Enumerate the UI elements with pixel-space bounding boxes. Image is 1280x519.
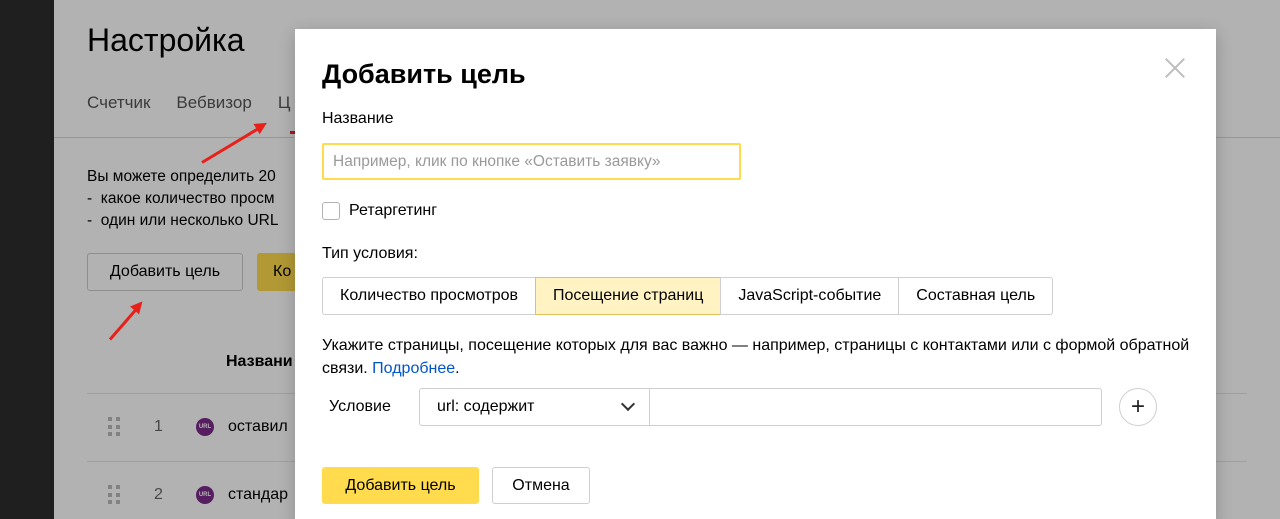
retargeting-label: Ретаргетинг xyxy=(349,202,438,219)
condition-operator-select[interactable]: url: содержит xyxy=(419,388,650,426)
learn-more-link[interactable]: Подробнее xyxy=(372,360,455,377)
retargeting-checkbox[interactable] xyxy=(322,202,340,220)
condition-type-page-visit[interactable]: Посещение страниц xyxy=(535,277,721,315)
condition-value-input[interactable] xyxy=(650,388,1102,426)
dialog-title: Добавить цель xyxy=(322,59,526,89)
condition-type-composite[interactable]: Составная цель xyxy=(898,277,1054,315)
condition-type-views[interactable]: Количество просмотров xyxy=(322,277,535,315)
condition-type-selector: Количество просмотров Посещение страниц … xyxy=(322,277,1054,315)
condition-type-label: Тип условия: xyxy=(322,245,418,262)
chevron-down-icon xyxy=(620,396,636,412)
left-dark-strip xyxy=(0,0,54,519)
condition-hint: Укажите страницы, посещение которых для … xyxy=(322,337,1190,377)
submit-add-goal-button[interactable]: Добавить цель xyxy=(322,467,479,504)
add-condition-button[interactable]: + xyxy=(1119,388,1157,426)
condition-label: Условие xyxy=(329,398,391,415)
cancel-button[interactable]: Отмена xyxy=(492,467,590,504)
close-icon[interactable] xyxy=(1164,57,1186,79)
name-label: Название xyxy=(322,110,394,127)
goal-name-input[interactable] xyxy=(322,143,741,180)
add-goal-dialog: Добавить цель Название Ретаргетинг Тип у… xyxy=(295,29,1216,519)
condition-row: Условие url: содержит xyxy=(322,388,1172,426)
retargeting-option[interactable]: Ретаргетинг xyxy=(322,202,437,220)
condition-type-js-event[interactable]: JavaScript-событие xyxy=(720,277,899,315)
